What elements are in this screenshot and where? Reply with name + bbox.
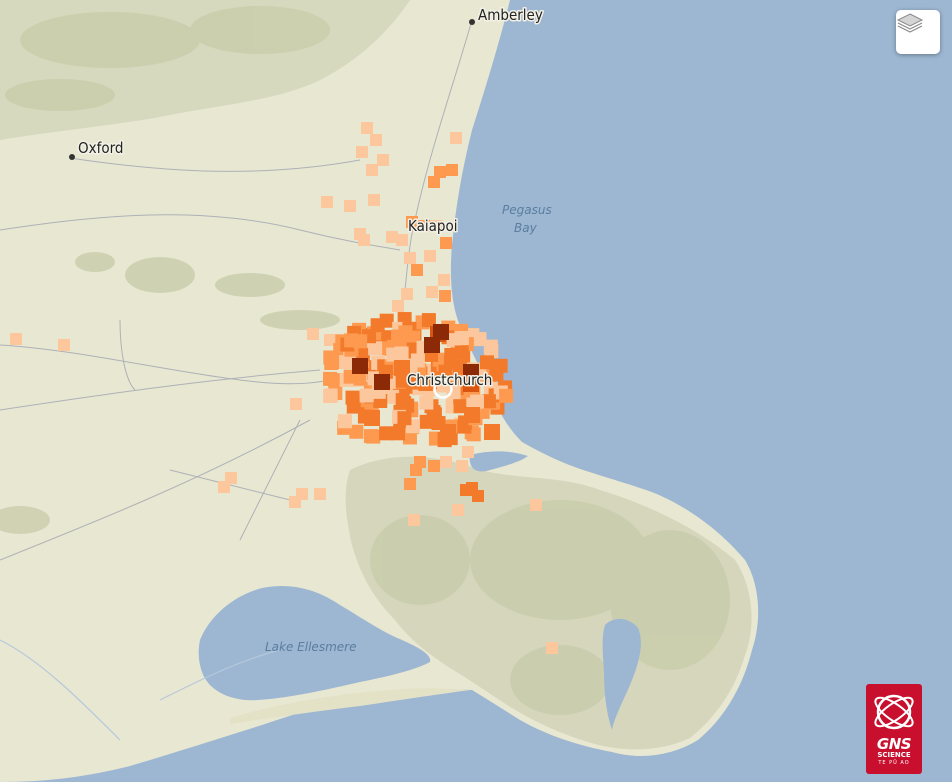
intensity-cell [428,460,440,472]
intensity-cell [356,146,368,158]
oxford-marker [69,154,75,160]
intensity-cell [396,234,408,246]
intensity-cell [366,164,378,176]
intensity-cell [10,333,22,345]
logo-text-science: SCIENCE [877,751,911,759]
intensity-cell [358,234,370,246]
intensity-cell [452,504,464,516]
intensity-cell [398,325,413,340]
intensity-cell [462,446,474,458]
gns-science-logo[interactable]: GNS SCIENCE TE PŪ AO [866,684,922,774]
intensity-cell [323,350,338,365]
intensity-cell [58,339,70,351]
intensity-cell [460,484,472,496]
intensity-cell [450,132,462,144]
intensity-cell [440,237,452,249]
intensity-cell [307,328,319,340]
pegasus-bay-label-line1: Pegasus [502,203,552,217]
intensity-cell [386,347,401,362]
intensity-cell [395,393,410,408]
intensity-cell [379,426,394,441]
intensity-cell [464,407,480,423]
intensity-cell [364,410,380,426]
intensity-cell [424,250,436,262]
christchurch-label: Christchurch [407,371,492,389]
intensity-cell [337,414,352,429]
intensity-cell [408,514,420,526]
intensity-cell [397,411,412,426]
pegasus-bay-label-line2: Bay [514,221,538,235]
intensity-cell [414,456,426,468]
intensity-cell [483,339,498,354]
intensity-cell [454,345,469,360]
amberley-marker [469,19,475,25]
logo-text-tepuao: TE PŪ AO [878,760,910,766]
intensity-cell [290,398,302,410]
intensity-cell [426,286,438,298]
intensity-cell [439,290,451,302]
lake-ellesmere-label: Lake Ellesmere [265,640,356,654]
intensity-cell [410,353,425,368]
oxford-label: Oxford [78,139,123,157]
intensity-cell [499,388,514,403]
intensity-cell [419,395,434,410]
intensity-cell [321,196,333,208]
map-canvas: Amberley Oxford Kaiapoi Christchurch Peg… [0,0,759,782]
intensity-cell [391,426,405,441]
intensity-cell [359,388,374,403]
intensity-cell [370,134,382,146]
intensity-cell [530,499,542,511]
intensity-cell [289,496,301,508]
gns-emblem-icon [874,694,914,730]
intensity-cell [352,358,368,374]
intensity-cell [440,456,452,468]
intensity-cell [218,481,230,493]
intensity-cell [484,424,500,440]
intensity-cell [374,374,390,390]
intensity-cell [440,424,456,440]
amberley-label: Amberley [478,6,543,24]
intensity-cell [456,460,468,472]
intensity-cell [411,264,423,276]
intensity-cell [361,122,373,134]
intensity-cell [344,200,356,212]
intensity-cell [368,194,380,206]
intensity-cell [472,490,484,502]
intensity-cell [368,341,383,356]
intensity-cell [428,176,440,188]
intensity-cell [438,274,450,286]
intensity-cell [392,300,404,312]
intensity-cell [404,252,416,264]
intensity-cell [446,164,458,176]
intensity-cell [433,324,449,340]
layers-icon [896,13,924,33]
intensity-cell [404,478,416,490]
intensity-cell [401,288,413,300]
intensity-cell [323,388,338,403]
intensity-cell [546,642,558,654]
layers-button[interactable] [896,10,940,54]
intensity-cell [481,394,496,409]
kaiapoi-label: Kaiapoi [408,217,457,235]
intensity-cell [353,334,368,349]
intensity-cell [345,390,360,405]
intensity-cell [363,429,378,444]
intensity-cell [479,355,494,370]
intensity-cell [454,331,469,346]
intensity-cell [377,154,389,166]
intensity-cell [314,488,326,500]
map-view[interactable]: Amberley Oxford Kaiapoi Christchurch Peg… [0,0,952,782]
